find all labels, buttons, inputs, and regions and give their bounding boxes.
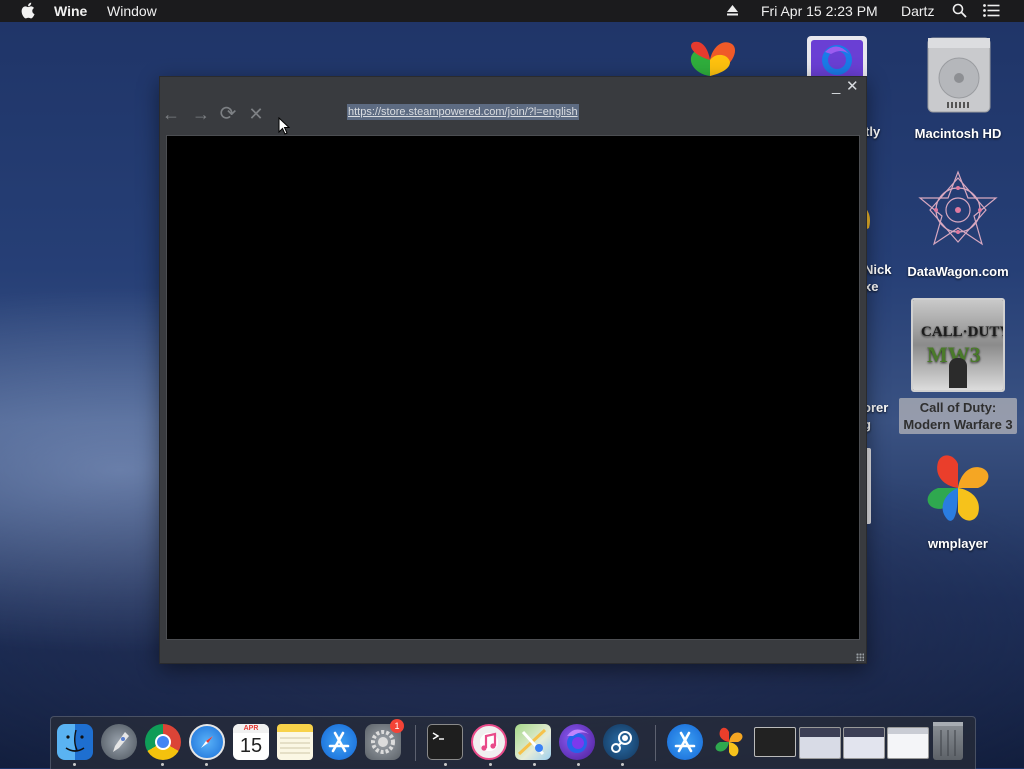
running-indicator	[161, 763, 164, 766]
browser-toolbar: ← → ⟳ ✕ https://store.steampowered.com/j…	[160, 77, 866, 135]
minimized-window-4[interactable]	[887, 727, 929, 759]
desktop-icon-label-line2: Modern Warfare 3	[903, 417, 1013, 432]
dock-separator	[655, 725, 656, 761]
trash-icon[interactable]	[933, 722, 963, 760]
desktop-icon-label: DataWagon.com	[907, 264, 1009, 279]
safari-icon[interactable]	[189, 724, 225, 760]
running-indicator	[577, 763, 580, 766]
desktop-icon-label-selected: Call of Duty: Modern Warfare 3	[899, 398, 1017, 434]
firefox-icon[interactable]	[559, 724, 595, 760]
stop-button[interactable]: ✕	[245, 103, 267, 125]
desktop-icon-call-of-duty-mw3[interactable]: CALL·DUTY MW3 Call of Duty: Modern Warfa…	[896, 298, 1020, 434]
browser-content-area[interactable]	[166, 135, 860, 640]
eject-icon[interactable]	[726, 4, 739, 20]
running-indicator	[533, 763, 536, 766]
user-menu[interactable]: Dartz	[901, 3, 934, 19]
running-indicator	[205, 763, 208, 766]
steam-browser-window: ← → ⟳ ✕ https://store.steampowered.com/j…	[159, 76, 867, 664]
menu-bar: Wine Window Fri Apr 15 2:23 PM Dartz	[0, 0, 1024, 22]
finder-icon[interactable]	[57, 724, 93, 760]
dock: APR 15 1	[50, 716, 976, 769]
app-store-icon-2[interactable]	[667, 724, 703, 760]
notification-center-icon[interactable]	[983, 4, 1000, 20]
itunes-icon[interactable]	[471, 724, 507, 760]
minimized-window-3[interactable]	[843, 727, 885, 759]
hard-drive-icon	[927, 37, 991, 113]
datawagon-icon	[918, 170, 998, 246]
calendar-icon[interactable]: APR 15	[233, 724, 269, 760]
notes-icon[interactable]	[277, 724, 313, 760]
url-field[interactable]: https://store.steampowered.com/join/?l=e…	[347, 104, 579, 120]
wmplayer-dock-icon[interactable]	[711, 724, 747, 760]
desktop-icon-wmplayer[interactable]: wmplayer	[898, 448, 1018, 552]
running-indicator	[489, 763, 492, 766]
wmplayer-icon	[690, 41, 736, 76]
minimized-window-2[interactable]	[799, 727, 841, 759]
app-menu-wine[interactable]: Wine	[54, 3, 87, 19]
spotlight-search-icon[interactable]	[952, 3, 967, 21]
clock[interactable]: Fri Apr 15 2:23 PM	[761, 3, 878, 19]
notification-badge: 1	[390, 719, 404, 733]
maps-icon[interactable]	[515, 724, 551, 760]
running-indicator	[621, 763, 624, 766]
reload-button[interactable]: ⟳	[217, 103, 239, 125]
calendar-day: 15	[239, 735, 263, 757]
launchpad-icon[interactable]	[101, 724, 137, 760]
terminal-icon[interactable]	[427, 724, 463, 760]
running-indicator	[73, 763, 76, 766]
desktop-icon-macintosh-hd[interactable]: Macintosh HD	[898, 32, 1018, 142]
desktop-icon-datawagon[interactable]: DataWagon.com	[898, 168, 1018, 280]
chrome-icon[interactable]	[145, 724, 181, 760]
desktop-icon-label-line1: Call of Duty:	[919, 400, 997, 415]
close-button[interactable]: ✕	[846, 79, 859, 95]
dock-separator	[415, 725, 416, 761]
minimize-button[interactable]: _	[832, 79, 840, 95]
desktop-icon-label: wmplayer	[928, 536, 988, 551]
calendar-month: APR	[233, 724, 269, 733]
app-store-icon[interactable]	[321, 724, 357, 760]
back-button[interactable]: ←	[160, 103, 182, 125]
desktop-label-partial-a: tly	[865, 124, 881, 139]
minimized-window-1[interactable]	[754, 727, 796, 757]
desktop-label-partial-b1: Nick	[864, 262, 892, 277]
running-indicator	[444, 763, 447, 766]
desktop-icon-wmplayer-partial[interactable]	[660, 34, 760, 81]
resize-grip[interactable]	[856, 653, 864, 661]
cod-mw3-icon: CALL·DUTY MW3	[911, 298, 1005, 392]
wmplayer-icon	[927, 455, 989, 521]
window-menu[interactable]: Window	[107, 3, 157, 19]
forward-button[interactable]: →	[190, 103, 212, 125]
steam-icon[interactable]	[603, 724, 639, 760]
apple-icon[interactable]	[20, 2, 35, 22]
mouse-cursor	[278, 116, 291, 140]
desktop-icon-label: Macintosh HD	[914, 126, 1002, 141]
